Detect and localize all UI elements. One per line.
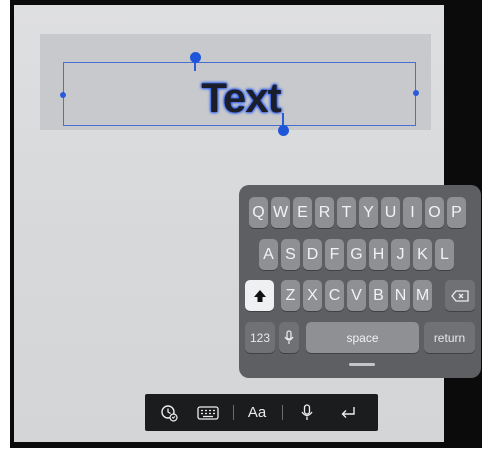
- key-r[interactable]: R: [315, 197, 334, 228]
- key-s[interactable]: S: [281, 239, 300, 270]
- return-icon: [340, 406, 356, 420]
- key-n[interactable]: N: [391, 280, 410, 311]
- backspace-icon: [451, 289, 469, 302]
- floating-keyboard: Q W E R T Y U I O P A S D F G H J K L Z …: [239, 185, 481, 378]
- keyboard-icon: [197, 405, 219, 420]
- key-z[interactable]: Z: [281, 280, 300, 311]
- text-object[interactable]: Text: [191, 70, 291, 126]
- key-h[interactable]: H: [369, 239, 388, 270]
- numbers-key[interactable]: 123: [245, 322, 275, 353]
- keyboard-toggle-button[interactable]: [192, 394, 224, 431]
- key-u[interactable]: U: [381, 197, 400, 228]
- key-g[interactable]: G: [347, 239, 366, 270]
- key-b[interactable]: B: [369, 280, 388, 311]
- keyboard-drag-handle[interactable]: [349, 363, 375, 366]
- dictation-button[interactable]: [295, 394, 319, 431]
- key-k[interactable]: K: [413, 239, 432, 270]
- format-button[interactable]: Aa: [243, 394, 271, 431]
- backspace-key[interactable]: [445, 280, 475, 311]
- return-button[interactable]: [335, 394, 361, 431]
- emoji-clock-icon: [160, 404, 178, 422]
- key-j[interactable]: J: [391, 239, 410, 270]
- dictation-key[interactable]: [279, 322, 299, 353]
- microphone-icon: [284, 330, 294, 345]
- bottom-toolbar: Aa: [145, 394, 378, 431]
- return-key[interactable]: return: [424, 322, 475, 353]
- key-i[interactable]: I: [403, 197, 422, 228]
- key-a[interactable]: A: [259, 239, 278, 270]
- recent-button[interactable]: [155, 394, 183, 431]
- key-d[interactable]: D: [303, 239, 322, 270]
- shift-icon: [253, 289, 267, 303]
- key-m[interactable]: M: [413, 280, 432, 311]
- key-e[interactable]: E: [293, 197, 312, 228]
- shift-key[interactable]: [245, 280, 274, 311]
- key-q[interactable]: Q: [249, 197, 268, 228]
- key-v[interactable]: V: [347, 280, 366, 311]
- key-o[interactable]: O: [425, 197, 444, 228]
- toolbar-divider: [282, 405, 283, 420]
- key-l[interactable]: L: [435, 239, 454, 270]
- key-x[interactable]: X: [303, 280, 322, 311]
- space-key[interactable]: space: [306, 322, 419, 353]
- key-c[interactable]: C: [325, 280, 344, 311]
- microphone-icon: [301, 404, 313, 421]
- toolbar-divider: [233, 405, 234, 420]
- key-p[interactable]: P: [447, 197, 466, 228]
- selection-left-handle[interactable]: [60, 92, 66, 98]
- key-t[interactable]: T: [337, 197, 356, 228]
- format-icon: Aa: [247, 404, 267, 421]
- selection-right-handle[interactable]: [413, 90, 419, 96]
- key-y[interactable]: Y: [359, 197, 378, 228]
- selection-top-handle[interactable]: [190, 52, 201, 63]
- key-w[interactable]: W: [271, 197, 290, 228]
- key-f[interactable]: F: [325, 239, 344, 270]
- selection-bottom-handle[interactable]: [278, 125, 289, 136]
